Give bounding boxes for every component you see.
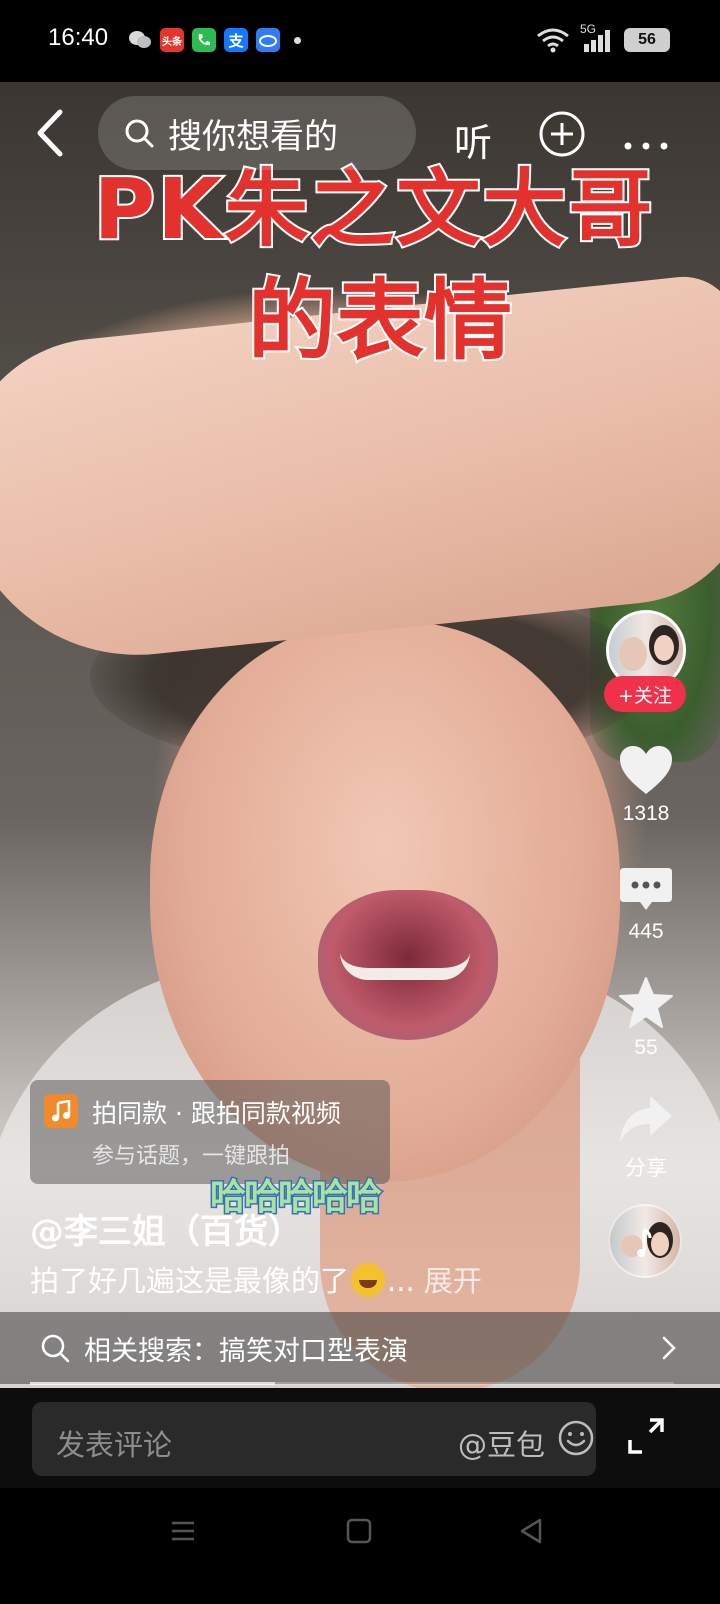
- status-bar: 16:40 头条 支 5G 56: [0, 0, 720, 82]
- music-note-icon: [621, 1222, 673, 1258]
- status-app-icons: 头条 支: [128, 28, 301, 52]
- heart-icon: [620, 746, 672, 794]
- phone-icon: [192, 28, 216, 52]
- share-label: 分享: [625, 1157, 667, 1180]
- follow-button[interactable]: +关注: [604, 676, 686, 712]
- video-caption-line2: 的表情: [246, 267, 514, 374]
- expand-link[interactable]: 展开: [424, 1264, 482, 1298]
- comment-input[interactable]: 发表评论 @豆包: [32, 1402, 596, 1476]
- description-ellipsis: ...: [387, 1264, 415, 1298]
- author-name[interactable]: @李三姐（百货）: [30, 1204, 302, 1253]
- like-button[interactable]: 1318: [596, 744, 696, 826]
- video-teeth: [340, 952, 470, 980]
- comment-count: 445: [628, 920, 664, 943]
- system-navigation-bar: [0, 1488, 720, 1604]
- star-icon: [619, 977, 673, 1028]
- comment-button[interactable]: 445: [596, 864, 696, 944]
- wifi-icon: [537, 28, 569, 53]
- search-icon: [41, 1334, 70, 1363]
- search-icon: [125, 119, 154, 148]
- mention-doubao-button[interactable]: @豆包: [458, 1422, 545, 1464]
- status-time: 16:40: [48, 24, 109, 51]
- more-options-icon[interactable]: [622, 120, 670, 160]
- back-icon[interactable]: [30, 108, 70, 158]
- wechat-icon: [128, 28, 152, 52]
- toutiao-icon: 头条: [160, 28, 184, 52]
- signal-icon: 5G: [580, 22, 614, 54]
- notification-dot: [294, 36, 301, 44]
- add-circle-icon[interactable]: [538, 110, 586, 158]
- video-progress-bar[interactable]: [30, 1382, 674, 1385]
- music-note-icon: [44, 1094, 78, 1128]
- menu-icon[interactable]: [168, 1516, 198, 1546]
- baidu-netdisk-icon: [256, 28, 280, 52]
- music-disc-avatar[interactable]: [608, 1204, 682, 1278]
- chevron-right-icon: [662, 1336, 676, 1360]
- share-button[interactable]: 分享: [596, 1094, 696, 1182]
- laughing-emoji-icon: [351, 1263, 386, 1297]
- like-count: 1318: [622, 802, 670, 825]
- emoji-icon[interactable]: [558, 1420, 594, 1456]
- related-search-text: 相关搜索：搞笑对口型表演: [84, 1335, 408, 1367]
- status-indicators: 5G 56: [536, 22, 670, 54]
- shoot-same-subtitle: 参与话题，一键跟拍: [92, 1144, 291, 1169]
- comment-placeholder: 发表评论: [56, 1428, 173, 1462]
- alipay-icon: 支: [224, 28, 248, 52]
- search-input[interactable]: 搜你想看的: [98, 96, 416, 170]
- related-search-bar[interactable]: 相关搜索：搞笑对口型表演: [0, 1312, 720, 1384]
- share-arrow-icon: [620, 1096, 672, 1142]
- back-triangle-icon[interactable]: [516, 1516, 546, 1546]
- post-description[interactable]: 拍了好几遍这是最像的了... 展开: [30, 1258, 482, 1300]
- listen-button[interactable]: 听: [454, 112, 492, 167]
- fullscreen-icon[interactable]: [626, 1416, 666, 1456]
- battery-indicator: 56: [624, 28, 670, 52]
- search-placeholder: 搜你想看的: [168, 116, 338, 157]
- shoot-same-title: 拍同款 · 跟拍同款视频: [92, 1099, 341, 1128]
- home-square-icon[interactable]: [344, 1516, 374, 1546]
- description-text: 拍了好几遍这是最像的了: [30, 1264, 350, 1298]
- favorite-button[interactable]: 55: [596, 976, 696, 1060]
- comment-bubble-icon: [620, 868, 672, 910]
- favorite-count: 55: [634, 1036, 658, 1059]
- video-progress-fill: [30, 1382, 275, 1385]
